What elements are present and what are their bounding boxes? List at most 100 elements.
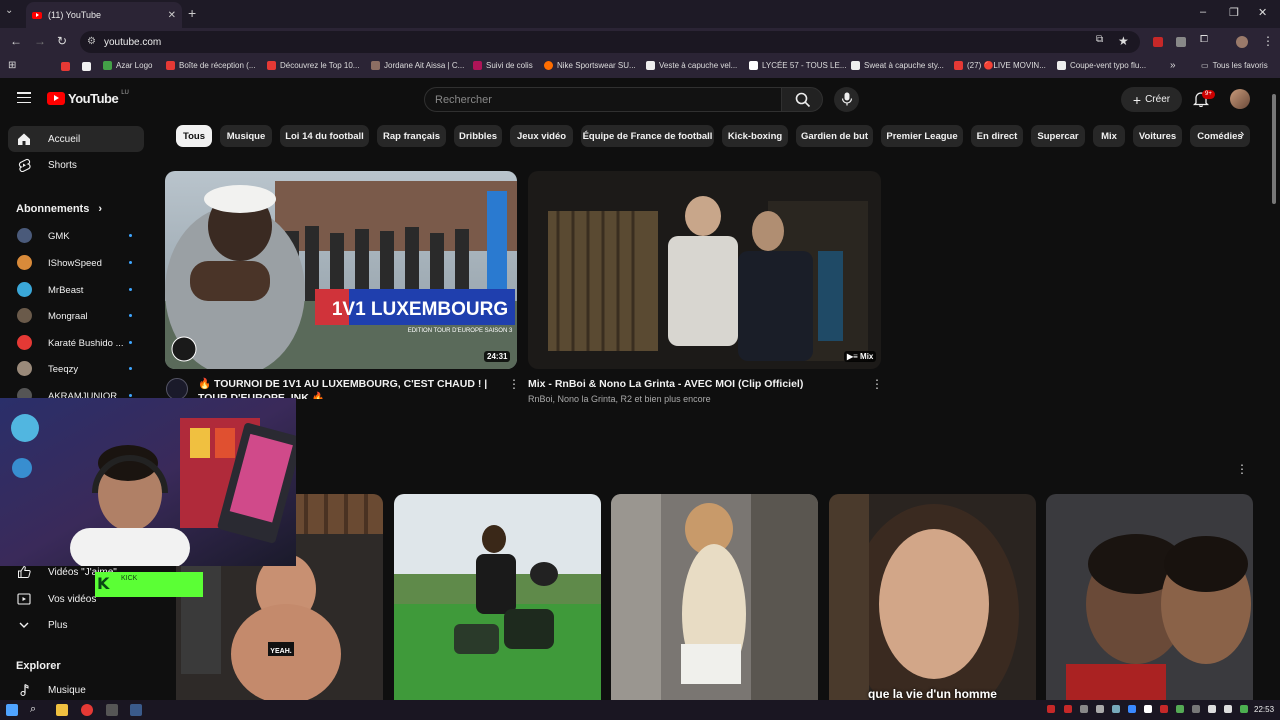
app-icon[interactable] [106,704,118,716]
chip[interactable]: Mix [1093,125,1125,147]
shelf-more-options-icon[interactable]: ⋮ [1236,462,1248,476]
sidebar-channel[interactable]: MrBeast [8,277,144,301]
bookmark-item[interactable]: Azar Logo [103,61,152,70]
browser-tab[interactable]: (11) YouTube ✕ [26,2,182,28]
nvidia-icon[interactable] [1240,705,1248,713]
sidebar-channel[interactable]: IShowSpeed [8,250,144,274]
chip[interactable]: Gardien de but [796,125,873,147]
chip[interactable]: Dribbles [454,125,502,147]
forward-arrow-icon[interactable]: → [34,34,46,48]
sidebar-item-more[interactable]: Plus [8,612,144,638]
short-thumbnail[interactable] [611,494,818,700]
new-tab-button[interactable]: + [188,5,196,21]
sidebar-item-home[interactable]: Accueil [8,126,144,152]
bookmark-item[interactable]: Sweat à capuche sty... [851,61,944,70]
site-info-icon[interactable]: ⚙ [87,36,96,47]
taskbar-clock[interactable]: 22:53 [1254,705,1274,714]
bookmark-item[interactable]: LYCÉE 57 - TOUS LE... [749,61,846,70]
steam-icon[interactable] [130,704,142,716]
bookmark-youtube-icon[interactable] [61,62,70,71]
search-icon[interactable]: ⌕ [30,703,36,716]
tray-icon[interactable] [1096,705,1104,713]
bookmark-item[interactable]: Boîte de réception (... [166,61,256,70]
browser-menu-icon[interactable]: ⋮ [1262,34,1274,48]
video-thumbnail[interactable]: ▶≡ Mix [528,171,881,369]
tray-icon[interactable] [1080,705,1088,713]
chip[interactable]: Musique [220,125,272,147]
video-thumbnail[interactable]: 1V1 LUXEMBOURG EDITION TOUR D'EUROPE SAI… [165,171,517,369]
chip[interactable]: Supercar [1031,125,1085,147]
install-app-icon[interactable]: ⧉ [1096,34,1103,45]
windows-start-icon[interactable] [6,704,18,716]
restore-button[interactable]: ❐ [1229,6,1239,19]
chrome-icon[interactable] [81,704,93,716]
bookmark-item[interactable]: Découvrez le Top 10... [267,61,359,70]
apps-grid-icon[interactable]: ⊞ [8,60,16,71]
sidebar-channel[interactable]: Karaté Bushido ... [8,330,144,354]
tray-icon[interactable] [1047,705,1055,713]
chip[interactable]: Rap français [377,125,446,147]
all-bookmarks-folder[interactable]: ▭ Tous les favoris [1201,61,1268,70]
extension-icon[interactable] [1153,37,1163,47]
hamburger-menu-icon[interactable] [17,92,31,104]
chip[interactable]: En direct [971,125,1023,147]
bookmark-item[interactable]: Veste à capuche vel... [646,61,737,70]
chip-tous[interactable]: Tous [176,125,212,147]
sidebar-channel[interactable]: Teeqzy [8,356,144,380]
file-explorer-icon[interactable] [56,704,68,716]
reload-icon[interactable]: ↻ [57,34,67,48]
close-window-button[interactable]: ✕ [1258,6,1267,19]
voice-search-button[interactable] [834,87,859,112]
bookmark-item[interactable]: Nike Sportswear SU... [544,61,636,70]
bookmark-item[interactable]: Coupe-vent typo flu... [1057,61,1146,70]
more-options-icon[interactable]: ⋮ [871,377,883,391]
youtube-logo[interactable]: YouTube LU [47,90,129,106]
search-input[interactable]: Rechercher [424,87,782,112]
tray-icon[interactable] [1192,705,1200,713]
short-thumbnail[interactable] [1046,494,1253,700]
account-avatar[interactable] [1230,89,1250,109]
tray-icon[interactable] [1128,705,1136,713]
chip[interactable]: Équipe de France de football [581,125,714,147]
create-button[interactable]: + Créer [1121,87,1182,112]
search-button[interactable] [781,87,823,112]
wifi-icon[interactable] [1208,705,1216,713]
profile-avatar[interactable] [1236,36,1248,48]
chip[interactable]: Premier League [881,125,963,147]
minimize-button[interactable]: – [1200,6,1206,18]
sidebar-channel[interactable]: Mongraal [8,303,144,327]
bookmark-star-icon[interactable]: ★ [1118,34,1129,48]
chip[interactable]: Jeux vidéo [510,125,573,147]
bookmark-item[interactable]: Jordane Ait Aissa | C... [371,61,464,70]
video-title[interactable]: 🔥 TOURNOI DE 1V1 AU LUXEMBOURG, C'EST CH… [198,377,498,399]
tray-icon[interactable] [1112,705,1120,713]
back-arrow-icon[interactable]: ← [10,34,22,48]
video-title[interactable]: Mix - RnBoi & Nono La Grinta - AVEC MOI … [528,377,858,391]
tray-icon[interactable] [1064,705,1072,713]
tray-icon[interactable] [1160,705,1168,713]
bookmark-item[interactable]: (27) 🔴LIVE MOVIN... [954,61,1046,70]
scrollbar-thumb[interactable] [1272,94,1276,204]
close-tab-icon[interactable]: ✕ [168,10,176,21]
tray-icon[interactable] [1144,705,1152,713]
chevron-right-icon[interactable]: › [1240,126,1260,146]
sidebar-channel[interactable]: GMK [8,223,144,247]
extension-icon[interactable] [1176,37,1186,47]
chip[interactable]: Voitures [1133,125,1182,147]
bookmark-item[interactable]: Suivi de colis [473,61,533,70]
tray-icon[interactable] [1176,705,1184,713]
more-options-icon[interactable]: ⋮ [508,377,520,391]
sidebar-item-shorts[interactable]: Shorts [8,152,144,178]
tab-search-icon[interactable]: ⌄ [5,5,13,16]
channel-avatar[interactable] [166,378,188,400]
extensions-puzzle-icon[interactable]: ⧠ [1200,34,1208,45]
chip[interactable]: Loi 14 du football [280,125,369,147]
short-thumbnail[interactable]: que la vie d'un homme [829,494,1036,700]
more-bookmarks-icon[interactable]: » [1170,60,1176,71]
chip[interactable]: Kick-boxing [722,125,788,147]
bookmark-icon[interactable] [82,62,91,71]
page-scrollbar[interactable] [1270,84,1278,700]
subscriptions-heading[interactable]: Abonnements › [16,203,102,215]
address-bar[interactable]: ⚙ youtube.com [80,31,1140,53]
volume-icon[interactable] [1224,705,1232,713]
